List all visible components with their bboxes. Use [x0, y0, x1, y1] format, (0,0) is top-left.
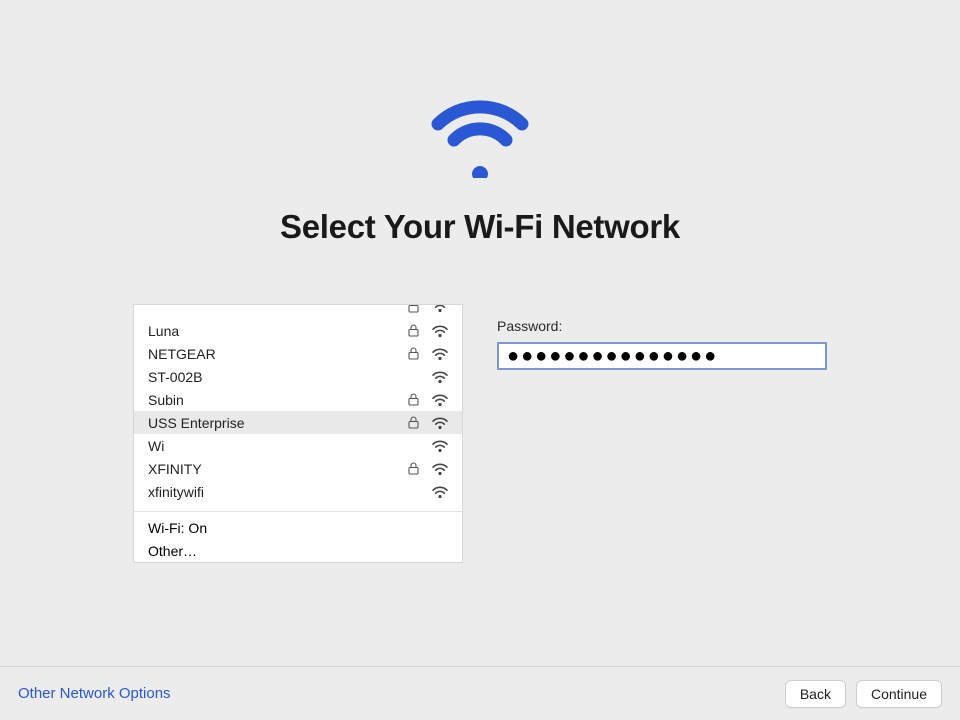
- lock-icon: [404, 416, 422, 429]
- divider: [134, 511, 462, 512]
- wifi-signal-icon: [428, 393, 452, 407]
- network-item[interactable]: USS Enterprise: [134, 411, 462, 434]
- other-network-options-link[interactable]: Other Network Options: [18, 685, 171, 702]
- wifi-signal-icon: [428, 485, 452, 499]
- network-name: USS Enterprise: [148, 415, 404, 431]
- network-item[interactable]: NETGEAR: [134, 342, 462, 365]
- footer-bar: Other Network Options Back Continue: [0, 666, 960, 720]
- network-name: XFINITY: [148, 461, 404, 477]
- lock-icon: [404, 305, 422, 313]
- wifi-icon: [420, 88, 540, 178]
- network-item[interactable]: ST-002B: [134, 365, 462, 388]
- network-list-panel: HOME Luna NETGEAR ST-002B Subin USS Enterpris…: [133, 304, 463, 563]
- lock-icon: [404, 324, 422, 337]
- page-title: Select Your Wi-Fi Network: [280, 208, 680, 246]
- other-network-item[interactable]: Other…: [134, 539, 462, 562]
- network-name: ST-002B: [148, 369, 404, 385]
- lock-icon: [404, 462, 422, 475]
- network-name: Luna: [148, 323, 404, 339]
- network-name: Subin: [148, 392, 404, 408]
- wifi-signal-icon: [428, 370, 452, 384]
- network-item[interactable]: Wi: [134, 434, 462, 457]
- wifi-status: Wi-Fi: On: [134, 516, 462, 539]
- network-item[interactable]: XFINITY: [134, 457, 462, 480]
- wifi-signal-icon: [428, 305, 452, 313]
- password-input[interactable]: [497, 342, 827, 370]
- network-item[interactable]: HOME: [134, 305, 462, 319]
- network-name: Wi: [148, 438, 404, 454]
- network-list[interactable]: HOME Luna NETGEAR ST-002B Subin USS Enterpris…: [134, 305, 462, 503]
- password-label: Password:: [497, 318, 827, 334]
- wifi-signal-icon: [428, 324, 452, 338]
- network-name: NETGEAR: [148, 346, 404, 362]
- lock-icon: [404, 347, 422, 360]
- lock-icon: [404, 393, 422, 406]
- network-name: xfinitywifi: [148, 484, 404, 500]
- wifi-signal-icon: [428, 462, 452, 476]
- wifi-signal-icon: [428, 439, 452, 453]
- network-item[interactable]: xfinitywifi: [134, 480, 462, 503]
- wifi-signal-icon: [428, 416, 452, 430]
- wifi-signal-icon: [428, 347, 452, 361]
- network-item[interactable]: Luna: [134, 319, 462, 342]
- continue-button[interactable]: Continue: [856, 680, 942, 708]
- network-name: HOME: [148, 305, 404, 308]
- network-item[interactable]: Subin: [134, 388, 462, 411]
- back-button[interactable]: Back: [785, 680, 846, 708]
